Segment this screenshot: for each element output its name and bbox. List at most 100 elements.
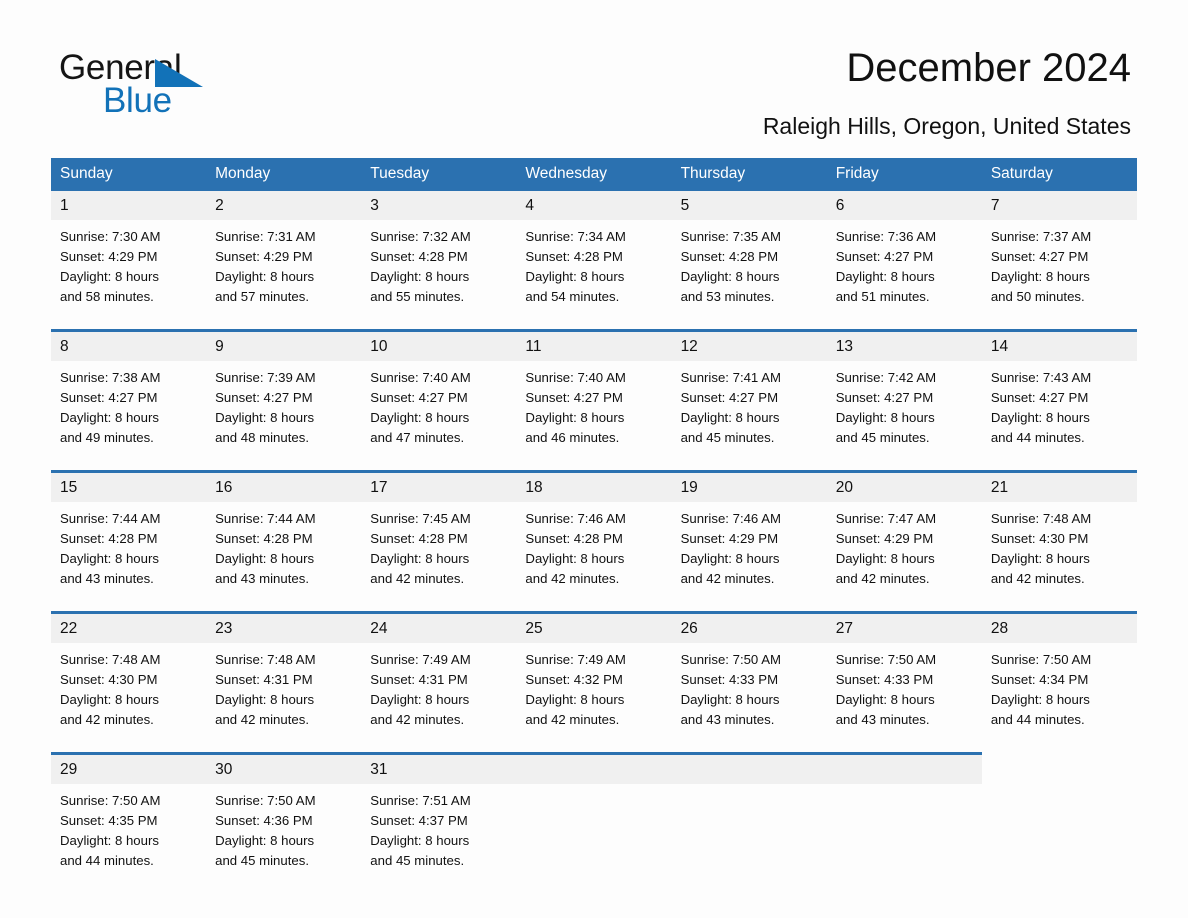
sunset-text: Sunset: 4:28 PM (370, 530, 468, 546)
sunset-text: Sunset: 4:30 PM (60, 671, 158, 687)
sunset-text: Sunset: 4:33 PM (680, 671, 779, 687)
general-blue-logo: General Blue (59, 50, 319, 130)
day-number[interactable]: 30 (206, 752, 362, 784)
daylight-text-line1: Daylight: 8 hours (60, 691, 159, 707)
day-number[interactable]: 23 (206, 610, 362, 643)
day-cell-details-empty (826, 783, 982, 894)
day-cell-details: Sunrise: 7:43 AM Sunset: 4:27 PM Dayligh… (981, 360, 1137, 472)
sunrise-text: Sunrise: 7:50 AM (835, 651, 937, 667)
sunset-text: Sunset: 4:27 PM (835, 389, 934, 405)
daylight-text-line1: Daylight: 8 hours (835, 268, 935, 284)
day-number[interactable]: 6 (826, 190, 982, 220)
daylight-text-line1: Daylight: 8 hours (60, 833, 159, 848)
day-number[interactable]: 26 (671, 610, 827, 643)
sunrise-text: Sunrise: 7:37 AM (990, 228, 1092, 244)
day-number[interactable]: 13 (826, 328, 982, 361)
sunset-text: Sunset: 4:27 PM (215, 389, 313, 405)
daylight-text-line2: and 45 minutes. (680, 429, 775, 445)
day-cell-details-empty (516, 783, 672, 894)
day-number[interactable]: 2 (206, 190, 362, 220)
daylight-text-line2: and 45 minutes. (370, 853, 465, 869)
day-number[interactable]: 9 (206, 328, 362, 361)
sunset-text: Sunset: 4:28 PM (370, 248, 468, 264)
day-number[interactable]: 18 (516, 469, 672, 502)
day-cell-blank (982, 754, 1137, 784)
day-cell-details: Sunrise: 7:50 AM Sunset: 4:33 PM Dayligh… (826, 642, 982, 754)
week-row-dates: 8 9 10 11 12 13 14 (51, 328, 1137, 361)
day-number[interactable]: 22 (51, 610, 207, 643)
daylight-text-line2: and 42 minutes. (60, 712, 154, 727)
day-number[interactable]: 4 (516, 190, 672, 220)
page-title: December 2024 (846, 46, 1131, 90)
sunrise-text: Sunrise: 7:36 AM (835, 228, 937, 244)
sunset-text: Sunset: 4:29 PM (215, 248, 313, 264)
daylight-text-line2: and 45 minutes. (835, 429, 930, 445)
daylight-text-line1: Daylight: 8 hours (525, 409, 625, 425)
day-cell-details: Sunrise: 7:48 AM Sunset: 4:30 PM Dayligh… (51, 642, 207, 754)
day-cell-empty (516, 752, 672, 784)
day-number[interactable]: 3 (361, 190, 517, 220)
day-number[interactable]: 14 (981, 328, 1137, 361)
day-cell-details: Sunrise: 7:50 AM Sunset: 4:34 PM Dayligh… (981, 642, 1137, 754)
sunrise-text: Sunrise: 7:48 AM (60, 651, 161, 667)
sunset-text: Sunset: 4:31 PM (215, 671, 313, 687)
sunrise-text: Sunrise: 7:39 AM (215, 369, 316, 385)
day-cell-details-empty (981, 783, 1137, 894)
sunrise-text: Sunrise: 7:46 AM (680, 510, 781, 526)
weekday-header-saturday: Saturday (981, 158, 1137, 191)
daylight-text-line2: and 44 minutes. (60, 853, 154, 869)
day-number[interactable]: 31 (361, 752, 517, 784)
daylight-text-line1: Daylight: 8 hours (60, 409, 159, 425)
day-number[interactable]: 1 (51, 190, 207, 220)
day-number[interactable]: 17 (361, 469, 517, 502)
sunset-text: Sunset: 4:29 PM (835, 530, 934, 546)
daylight-text-line1: Daylight: 8 hours (835, 409, 935, 425)
day-number[interactable]: 8 (51, 328, 207, 361)
day-number[interactable]: 16 (206, 469, 362, 502)
weekday-header-tuesday: Tuesday (361, 158, 517, 191)
day-number[interactable]: 11 (516, 328, 672, 361)
daylight-text-line2: and 42 minutes. (370, 570, 465, 586)
day-number[interactable]: 7 (981, 190, 1137, 220)
sunset-text: Sunset: 4:27 PM (990, 248, 1089, 264)
calendar-body: 1 2 3 4 5 6 7 Sunrise: 7:30 AM Sunset: 4… (51, 190, 1137, 894)
sunset-text: Sunset: 4:28 PM (215, 530, 313, 546)
daylight-text-line1: Daylight: 8 hours (215, 268, 315, 284)
logo-text-blue: Blue (103, 81, 172, 120)
weekday-header-monday: Monday (206, 158, 362, 191)
day-cell-details: Sunrise: 7:31 AM Sunset: 4:29 PM Dayligh… (206, 219, 362, 331)
sunset-text: Sunset: 4:29 PM (60, 248, 158, 264)
daylight-text-line2: and 42 minutes. (215, 712, 309, 727)
day-cell-details: Sunrise: 7:48 AM Sunset: 4:30 PM Dayligh… (981, 501, 1137, 613)
daylight-text-line2: and 42 minutes. (990, 570, 1085, 586)
day-number[interactable]: 29 (51, 752, 207, 784)
day-number[interactable]: 27 (826, 610, 982, 643)
week-row-details: Sunrise: 7:44 AM Sunset: 4:28 PM Dayligh… (51, 501, 1137, 613)
sunrise-text: Sunrise: 7:49 AM (525, 651, 626, 667)
day-cell-details: Sunrise: 7:38 AM Sunset: 4:27 PM Dayligh… (51, 360, 207, 472)
day-number[interactable]: 24 (361, 610, 517, 643)
day-number[interactable]: 5 (671, 190, 827, 220)
daylight-text-line2: and 42 minutes. (370, 712, 465, 727)
day-number[interactable]: 15 (51, 469, 207, 502)
weekday-header-friday: Friday (826, 158, 982, 191)
day-cell-empty (671, 752, 827, 784)
daylight-text-line1: Daylight: 8 hours (60, 268, 159, 284)
daylight-text-line1: Daylight: 8 hours (215, 691, 315, 707)
day-number[interactable]: 12 (671, 328, 827, 361)
weekday-header-sunday: Sunday (51, 158, 207, 191)
day-cell-details: Sunrise: 7:35 AM Sunset: 4:28 PM Dayligh… (671, 219, 827, 331)
daylight-text-line1: Daylight: 8 hours (215, 550, 315, 566)
day-number[interactable]: 21 (981, 469, 1137, 502)
day-number[interactable]: 19 (671, 469, 827, 502)
sunrise-text: Sunrise: 7:44 AM (215, 510, 316, 526)
page-header: General Blue December 2024 Raleigh Hills… (0, 0, 1188, 139)
day-number[interactable]: 25 (516, 610, 672, 643)
calendar-header-row: Sunday Monday Tuesday Wednesday Thursday… (51, 158, 1137, 191)
sunset-text: Sunset: 4:36 PM (215, 812, 313, 828)
sunset-text: Sunset: 4:28 PM (525, 248, 623, 264)
sunset-text: Sunset: 4:27 PM (990, 389, 1089, 405)
day-number[interactable]: 10 (361, 328, 517, 361)
day-number[interactable]: 20 (826, 469, 982, 502)
day-number[interactable]: 28 (981, 610, 1137, 643)
